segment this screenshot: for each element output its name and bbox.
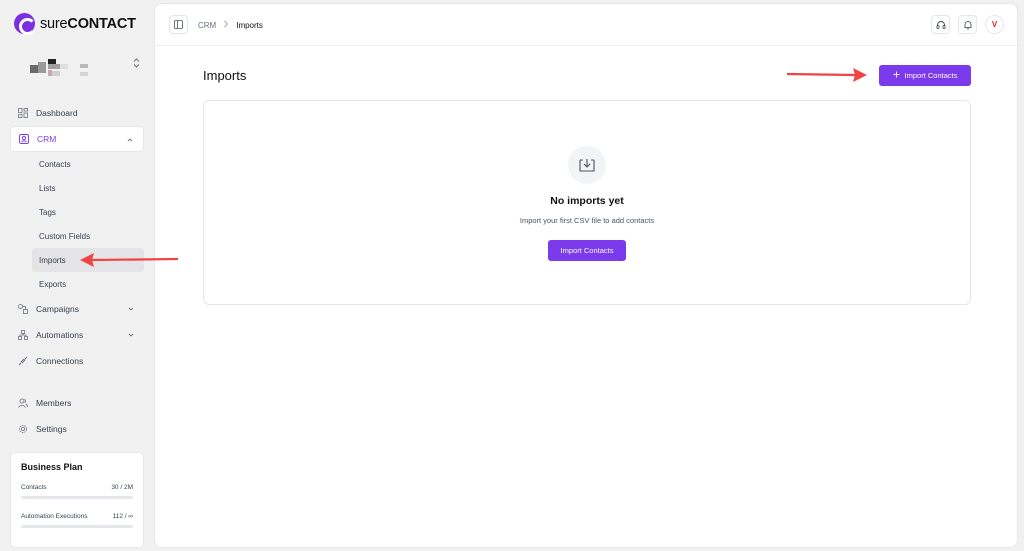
- top-bar: CRM Imports V: [155, 4, 1017, 46]
- contacts-usage-bar: [21, 496, 133, 499]
- sidebar-nav: Dashboard CRM Contacts Lists Tags Custom…: [10, 100, 144, 442]
- page-title: Imports: [203, 68, 247, 83]
- sidebar-item-label: Automations: [36, 330, 84, 340]
- sidebar-item-campaigns[interactable]: Campaigns: [10, 296, 144, 322]
- bell-icon: [964, 20, 971, 29]
- sidebar-item-label: Dashboard: [36, 108, 78, 118]
- empty-state-import-button[interactable]: Import Contacts: [548, 240, 626, 261]
- sidebar-toggle-button[interactable]: [169, 15, 188, 34]
- download-tray-icon: [568, 146, 606, 184]
- chevron-down-icon: [126, 330, 136, 340]
- empty-state-subtitle: Import your first CSV file to add contac…: [519, 216, 655, 225]
- chevron-right-icon: [223, 20, 229, 30]
- notifications-button[interactable]: [958, 15, 977, 34]
- panel-left-icon: [174, 20, 183, 29]
- plan-title: Business Plan: [21, 462, 83, 472]
- empty-state-card: No imports yet Import your first CSV fil…: [203, 100, 971, 305]
- breadcrumb: CRM Imports: [198, 20, 263, 30]
- sidebar-item-tags[interactable]: Tags: [32, 200, 144, 224]
- main-panel: CRM Imports V Imports Import Contacts No…: [154, 3, 1018, 548]
- breadcrumb-imports: Imports: [236, 20, 263, 30]
- chevron-down-icon: [126, 304, 136, 314]
- sidebar-item-crm[interactable]: CRM: [10, 126, 144, 152]
- workspace-switcher[interactable]: [18, 58, 142, 82]
- annotation-arrow-left: [80, 253, 179, 267]
- workspace-avatar: [18, 58, 90, 80]
- empty-state-title: No imports yet: [550, 195, 624, 207]
- sidebar-item-custom-fields[interactable]: Custom Fields: [32, 224, 144, 248]
- brand-name: sureCONTACT: [40, 15, 136, 32]
- automation-usage-bar: [21, 525, 133, 528]
- sidebar-item-automations[interactable]: Automations: [10, 322, 144, 348]
- sidebar-item-exports[interactable]: Exports: [32, 272, 144, 296]
- automations-icon: [18, 330, 28, 340]
- support-button[interactable]: [931, 15, 950, 34]
- headset-icon: [936, 20, 945, 29]
- sidebar-item-label: Settings: [36, 424, 67, 434]
- gear-icon: [18, 424, 28, 434]
- sidebar-item-lists[interactable]: Lists: [32, 176, 144, 200]
- import-contacts-button[interactable]: Import Contacts: [879, 65, 971, 86]
- crm-submenu: Contacts Lists Tags Custom Fields Import…: [32, 152, 144, 296]
- sidebar-item-members[interactable]: Members: [10, 390, 144, 416]
- dashboard-icon: [18, 108, 28, 118]
- sidebar-item-settings[interactable]: Settings: [10, 416, 144, 442]
- sidebar: sureCONTACT Dashboard CRM Contacts Lists…: [0, 0, 153, 551]
- plan-usage-card: Business Plan Contacts 30 / 2M Automatio…: [10, 452, 144, 548]
- sidebar-item-dashboard[interactable]: Dashboard: [10, 100, 144, 126]
- campaigns-icon: [18, 304, 28, 314]
- annotation-arrow-right: [786, 68, 867, 82]
- contacts-usage: Contacts 30 / 2M: [21, 484, 133, 491]
- users-icon: [18, 398, 28, 408]
- chevron-up-icon: [125, 135, 135, 145]
- user-avatar[interactable]: V: [985, 15, 1004, 34]
- sidebar-item-label: Campaigns: [36, 304, 79, 314]
- top-actions: V: [931, 15, 1004, 34]
- plug-icon: [18, 356, 28, 366]
- plus-icon: [893, 71, 900, 80]
- sidebar-item-contacts[interactable]: Contacts: [32, 152, 144, 176]
- chevron-up-down-icon: [133, 58, 140, 70]
- brand-logo[interactable]: sureCONTACT: [14, 13, 136, 35]
- sidebar-item-label: CRM: [37, 134, 57, 144]
- sidebar-item-label: Members: [36, 398, 72, 408]
- automation-usage: Automation Executions 112 / ∞: [21, 513, 133, 520]
- sidebar-item-label: Connections: [36, 356, 84, 366]
- surecontact-logo-icon: [14, 13, 36, 35]
- breadcrumb-crm[interactable]: CRM: [198, 21, 216, 30]
- sidebar-item-connections[interactable]: Connections: [10, 348, 144, 374]
- contacts-card-icon: [19, 134, 29, 144]
